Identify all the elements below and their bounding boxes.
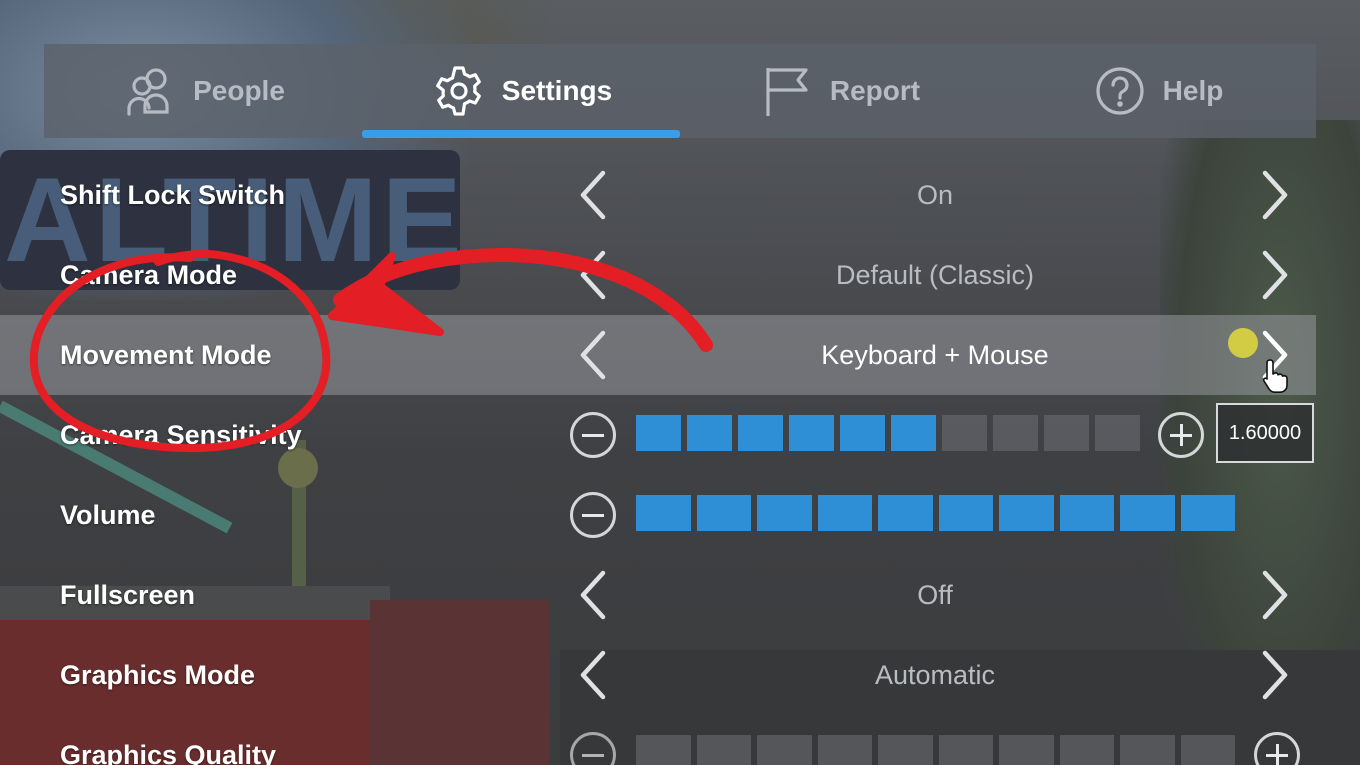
slider-segment[interactable]	[789, 415, 834, 451]
slider-segment[interactable]	[938, 495, 993, 531]
tab-settings[interactable]: Settings	[362, 44, 680, 138]
slider-segment[interactable]	[1095, 415, 1140, 451]
tab-help-label: Help	[1162, 75, 1224, 106]
minus-icon	[582, 433, 604, 437]
next-option-button[interactable]	[1250, 569, 1302, 621]
setting-row-fullscreen: Fullscreen Off	[0, 555, 1360, 635]
settings-list: Shift Lock Switch On Camera Mode Default…	[0, 155, 1360, 765]
chevron-right-icon	[1262, 170, 1288, 220]
next-option-button[interactable]	[1250, 169, 1302, 221]
gear-icon	[430, 62, 488, 120]
setting-value: On	[916, 180, 954, 210]
graphics-quality-slider[interactable]	[636, 735, 1235, 765]
setting-row-camera-sensitivity: Camera Sensitivity	[0, 395, 1360, 475]
next-option-button[interactable]	[1250, 249, 1302, 301]
slider-segment[interactable]	[891, 415, 936, 451]
setting-row-shift-lock: Shift Lock Switch On	[0, 155, 1360, 235]
tab-people[interactable]: People	[44, 44, 362, 138]
slider-segment[interactable]	[1059, 735, 1114, 765]
slider-segment[interactable]	[999, 735, 1054, 765]
setting-row-camera-mode: Camera Mode Default (Classic)	[0, 235, 1360, 315]
slider-segment[interactable]	[999, 495, 1054, 531]
slider-segment[interactable]	[757, 735, 812, 765]
camera-sensitivity-slider[interactable]	[636, 415, 1140, 453]
minus-icon	[582, 513, 604, 517]
chevron-left-icon	[580, 170, 606, 220]
chevron-right-icon	[1262, 250, 1288, 300]
active-tab-indicator	[362, 130, 680, 138]
slider-segment[interactable]	[1180, 495, 1235, 531]
tab-people-label: People	[193, 75, 285, 106]
chevron-left-icon	[580, 650, 606, 700]
setting-label: Graphics Mode	[60, 660, 256, 690]
setting-row-graphics-mode: Graphics Mode Automatic	[0, 635, 1360, 715]
slider-segment[interactable]	[1120, 495, 1175, 531]
slider-segment[interactable]	[1120, 735, 1175, 765]
slider-segment[interactable]	[1059, 495, 1114, 531]
slider-segment[interactable]	[840, 415, 885, 451]
tab-report[interactable]: Report	[680, 44, 998, 138]
hand-pointer-icon	[1262, 359, 1288, 393]
slider-segment[interactable]	[817, 735, 872, 765]
slider-segment[interactable]	[878, 735, 933, 765]
slider-segment[interactable]	[1180, 735, 1235, 765]
chevron-right-icon	[1262, 650, 1288, 700]
setting-row-movement-mode: Movement Mode Keyboard + Mouse	[0, 315, 1316, 395]
slider-segment[interactable]	[738, 415, 783, 451]
slider-segment[interactable]	[817, 495, 872, 531]
slider-segment[interactable]	[938, 735, 993, 765]
slider-segment[interactable]	[696, 495, 751, 531]
help-icon	[1091, 62, 1149, 120]
chevron-left-icon	[580, 330, 606, 380]
setting-value: Keyboard + Mouse	[821, 340, 1049, 370]
increase-button[interactable]	[1158, 412, 1204, 458]
setting-label: Volume	[60, 500, 156, 530]
setting-label: Camera Mode	[60, 260, 238, 290]
previous-option-button[interactable]	[566, 169, 618, 221]
setting-row-graphics-quality: Graphics Quality	[0, 715, 1360, 765]
flag-icon	[758, 62, 816, 120]
tab-help[interactable]: Help	[998, 44, 1316, 138]
slider-segment[interactable]	[696, 735, 751, 765]
next-option-button[interactable]	[1250, 649, 1302, 701]
decrease-button[interactable]	[570, 492, 616, 538]
slider-segment[interactable]	[1044, 415, 1089, 451]
setting-value: Automatic	[874, 660, 996, 690]
volume-slider[interactable]	[636, 495, 1235, 533]
previous-option-button[interactable]	[566, 249, 618, 301]
setting-label: Shift Lock Switch	[60, 180, 286, 210]
setting-label: Fullscreen	[60, 580, 196, 610]
decrease-button[interactable]	[570, 732, 616, 765]
setting-value: Default (Classic)	[835, 260, 1035, 290]
menu-tab-bar: People Settings Report Help	[44, 44, 1316, 138]
slider-segment[interactable]	[878, 495, 933, 531]
previous-option-button[interactable]	[566, 569, 618, 621]
people-icon	[121, 62, 179, 120]
setting-value: Off	[917, 580, 953, 610]
minus-icon	[582, 753, 604, 757]
slider-segment[interactable]	[993, 415, 1038, 451]
increase-button[interactable]	[1254, 732, 1300, 765]
setting-label: Camera Sensitivity	[60, 420, 302, 450]
previous-option-button[interactable]	[566, 649, 618, 701]
chevron-left-icon	[580, 250, 606, 300]
chevron-left-icon	[580, 570, 606, 620]
setting-row-volume: Volume	[0, 475, 1360, 555]
slider-segment[interactable]	[636, 495, 691, 531]
setting-label: Movement Mode	[60, 340, 272, 370]
slider-segment[interactable]	[942, 415, 987, 451]
camera-sensitivity-value-box[interactable]: 1.60000	[1216, 403, 1314, 463]
chevron-right-icon	[1262, 570, 1288, 620]
slider-segment[interactable]	[687, 415, 732, 451]
slider-segment[interactable]	[757, 495, 812, 531]
slider-segment[interactable]	[636, 415, 681, 451]
slider-segment[interactable]	[636, 735, 691, 765]
previous-option-button[interactable]	[566, 329, 618, 381]
setting-label: Graphics Quality	[60, 740, 277, 765]
cursor-highlight-dot	[1228, 328, 1258, 358]
decrease-button[interactable]	[570, 412, 616, 458]
tab-settings-label: Settings	[501, 75, 613, 106]
tab-report-label: Report	[829, 75, 921, 106]
